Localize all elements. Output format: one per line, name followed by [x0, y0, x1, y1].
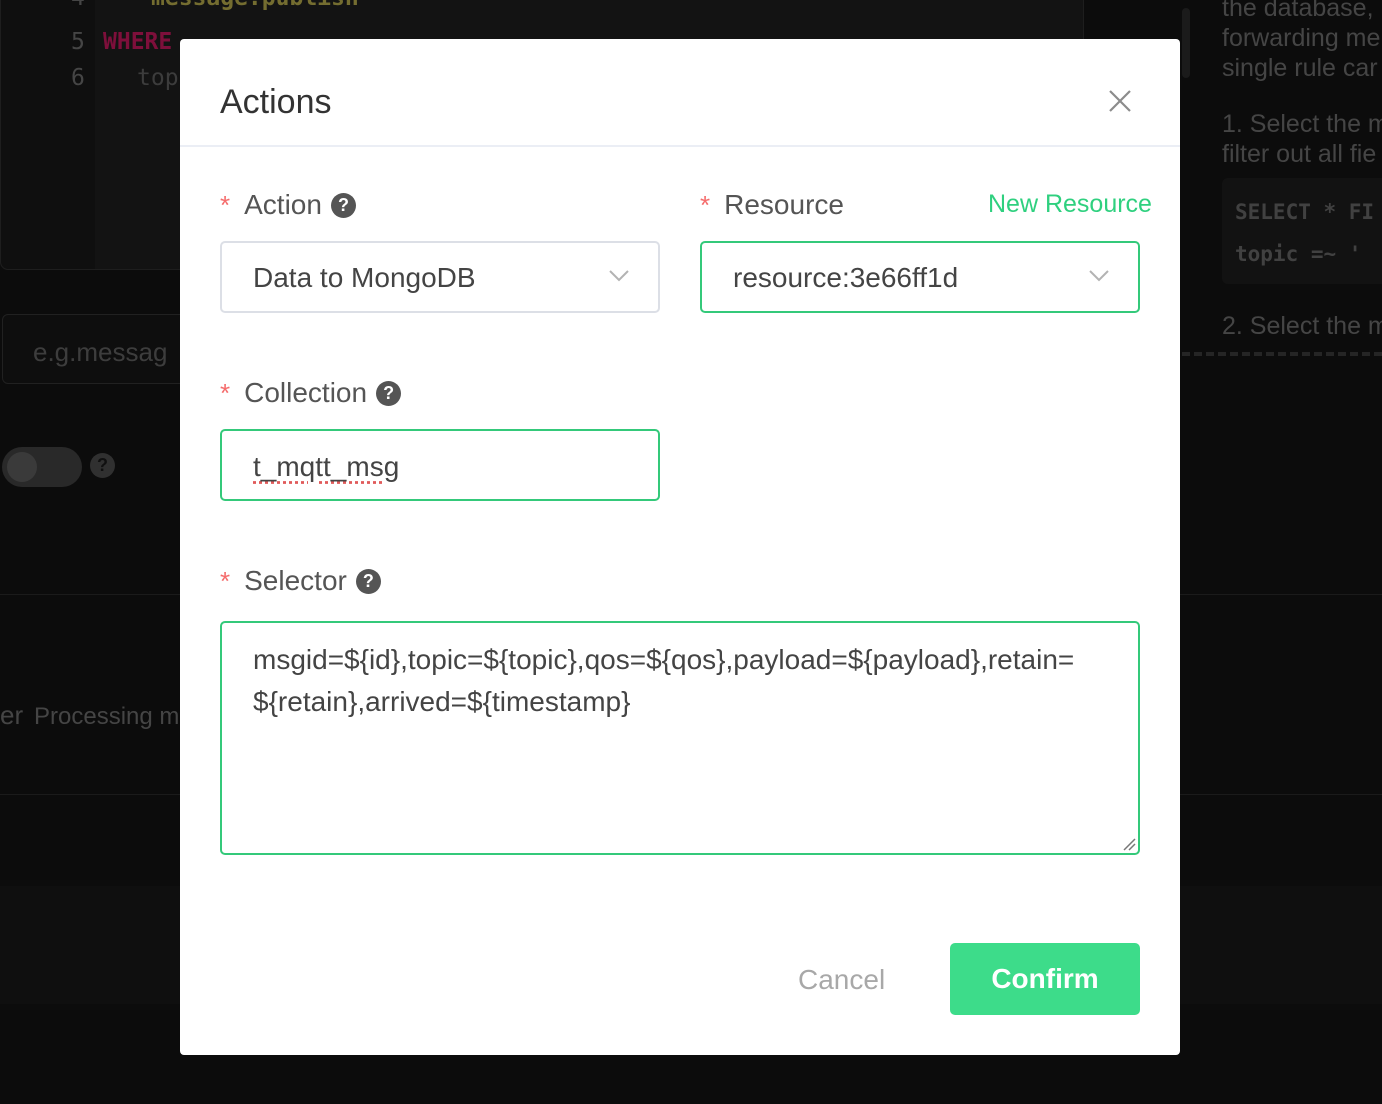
help-icon[interactable]: ? [355, 568, 381, 594]
action-label: * Action ? [220, 189, 356, 221]
required-mark: * [220, 189, 231, 220]
action-select[interactable]: Data to MongoDB [220, 241, 660, 313]
selector-textarea-value: msgid=${id},topic=${topic},qos=${qos},pa… [253, 644, 1075, 717]
close-icon[interactable] [1106, 87, 1134, 115]
selector-label-text: Selector [244, 565, 347, 596]
actions-dialog: Actions * Action ? Data to MongoDB * Res… [180, 39, 1180, 1055]
resize-handle-icon[interactable] [1122, 837, 1136, 851]
dialog-title: Actions [220, 83, 332, 121]
selector-textarea[interactable]: msgid=${id},topic=${topic},qos=${qos},pa… [220, 621, 1140, 855]
resource-label-text: Resource [724, 189, 844, 220]
required-mark: * [220, 565, 231, 596]
new-resource-link[interactable]: New Resource [988, 190, 1152, 219]
collection-label-text: Collection [244, 377, 368, 408]
collection-label: * Collection ? [220, 377, 402, 409]
dialog-header: Actions [180, 39, 1180, 147]
chevron-down-icon [1089, 270, 1109, 282]
help-icon[interactable]: ? [330, 192, 356, 218]
resource-select[interactable]: resource:3e66ff1d [700, 241, 1140, 313]
action-select-value: Data to MongoDB [253, 262, 476, 293]
collection-input[interactable]: t_mqtt_msg [220, 429, 660, 501]
cancel-button[interactable]: Cancel [798, 964, 885, 996]
required-mark: * [220, 377, 231, 408]
help-icon[interactable]: ? [376, 380, 402, 406]
resource-label: * Resource [700, 189, 844, 221]
collection-input-value: t_mqtt_msg [253, 451, 400, 482]
selector-label: * Selector ? [220, 565, 381, 597]
confirm-button[interactable]: Confirm [950, 943, 1140, 1015]
chevron-down-icon [609, 270, 629, 282]
action-label-text: Action [244, 189, 322, 220]
required-mark: * [700, 189, 711, 220]
resource-select-value: resource:3e66ff1d [733, 262, 959, 293]
